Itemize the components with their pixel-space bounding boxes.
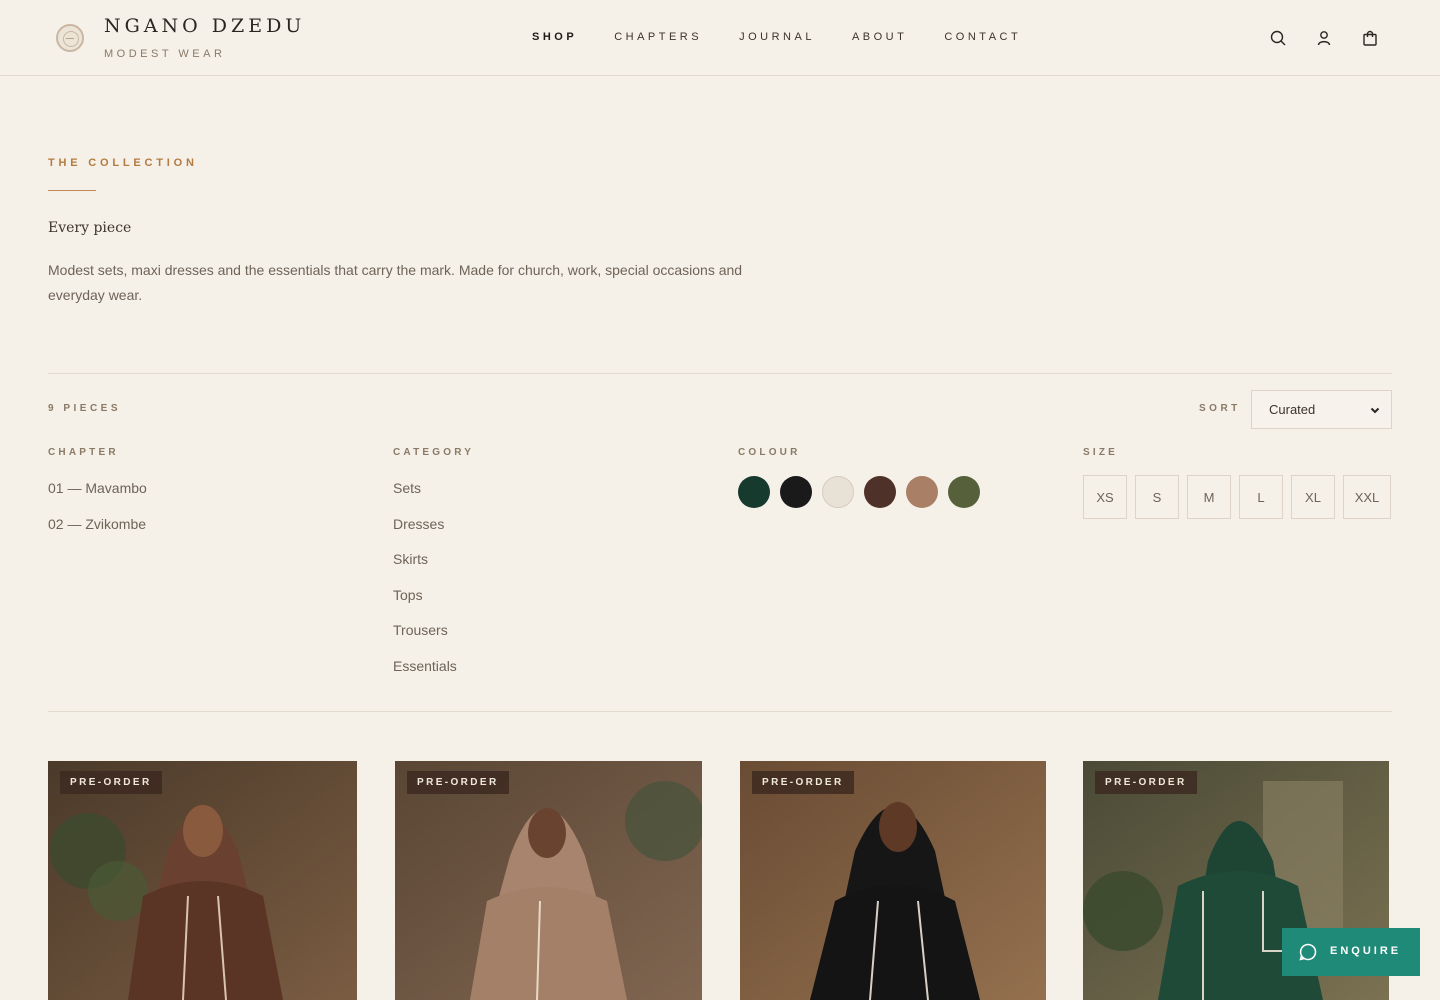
product-image	[740, 761, 1046, 1000]
product-count: 9 PIECES	[48, 403, 122, 414]
eyebrow-divider	[48, 190, 96, 191]
nav-contact[interactable]: CONTACT	[944, 31, 1021, 43]
size-option-s[interactable]: S	[1135, 475, 1179, 519]
preorder-badge: PRE-ORDER	[1095, 771, 1197, 794]
cart-icon[interactable]	[1361, 29, 1379, 47]
filter-category-trousers[interactable]: Trousers	[393, 622, 448, 638]
product-card[interactable]: PRE-ORDER	[740, 761, 1046, 1000]
colour-swatch[interactable]	[864, 476, 896, 508]
filter-chapter-title: CHAPTER	[48, 447, 119, 458]
product-image	[395, 761, 702, 1000]
preorder-badge: PRE-ORDER	[60, 771, 162, 794]
main-nav: SHOP CHAPTERS JOURNAL ABOUT CONTACT	[532, 31, 1058, 43]
divider	[48, 711, 1392, 712]
brand-tagline: MODEST WEAR	[104, 48, 226, 60]
filter-category-essentials[interactable]: Essentials	[393, 658, 457, 674]
colour-swatch[interactable]	[906, 476, 938, 508]
account-icon[interactable]	[1315, 29, 1333, 47]
site-header: NGANO DZEDU MODEST WEAR SHOP CHAPTERS JO…	[0, 0, 1440, 76]
filter-chapter-mavambo[interactable]: 01 — Mavambo	[48, 480, 147, 496]
preorder-badge: PRE-ORDER	[752, 771, 854, 794]
size-option-m[interactable]: M	[1187, 475, 1231, 519]
colour-swatch[interactable]	[738, 476, 770, 508]
colour-swatch[interactable]	[780, 476, 812, 508]
nav-journal[interactable]: JOURNAL	[739, 31, 815, 43]
chat-icon	[1299, 943, 1317, 961]
size-option-l[interactable]: L	[1239, 475, 1283, 519]
filter-category-title: CATEGORY	[393, 447, 475, 458]
divider	[48, 373, 1392, 374]
filter-category-dresses[interactable]: Dresses	[393, 516, 444, 532]
logo-icon[interactable]	[56, 24, 84, 52]
enquire-label: ENQUIRE	[1330, 945, 1402, 957]
size-option-xl[interactable]: XL	[1291, 475, 1335, 519]
nav-about[interactable]: ABOUT	[852, 31, 907, 43]
intro-description: Modest sets, maxi dresses and the essent…	[48, 262, 743, 303]
filter-category-tops[interactable]: Tops	[393, 587, 423, 603]
nav-chapters[interactable]: CHAPTERS	[614, 31, 702, 43]
filter-category-skirts[interactable]: Skirts	[393, 551, 428, 567]
colour-swatch[interactable]	[948, 476, 980, 508]
product-card[interactable]: PRE-ORDER	[48, 761, 357, 1000]
search-icon[interactable]	[1269, 29, 1287, 47]
page-title: Every piece	[48, 220, 132, 236]
colour-swatch[interactable]	[822, 476, 854, 508]
product-card[interactable]: PRE-ORDER	[395, 761, 702, 1000]
chevron-down-icon	[1370, 407, 1380, 414]
size-option-xxl[interactable]: XXL	[1343, 475, 1391, 519]
enquire-button[interactable]: ENQUIRE	[1282, 928, 1420, 976]
filter-colour-title: COLOUR	[738, 447, 801, 458]
sort-select[interactable]: Curated	[1251, 390, 1392, 429]
nav-shop[interactable]: SHOP	[532, 31, 577, 43]
filter-size-title: SIZE	[1083, 447, 1119, 458]
section-eyebrow: THE COLLECTION	[48, 157, 198, 169]
filter-chapter-zvikombe[interactable]: 02 — Zvikombe	[48, 516, 146, 532]
preorder-badge: PRE-ORDER	[407, 771, 509, 794]
filter-category-sets[interactable]: Sets	[393, 480, 421, 496]
product-image	[48, 761, 357, 1000]
size-option-xs[interactable]: XS	[1083, 475, 1127, 519]
sort-value: Curated	[1269, 402, 1316, 417]
sort-label: SORT	[1199, 403, 1241, 414]
brand-name[interactable]: NGANO DZEDU	[104, 15, 305, 37]
